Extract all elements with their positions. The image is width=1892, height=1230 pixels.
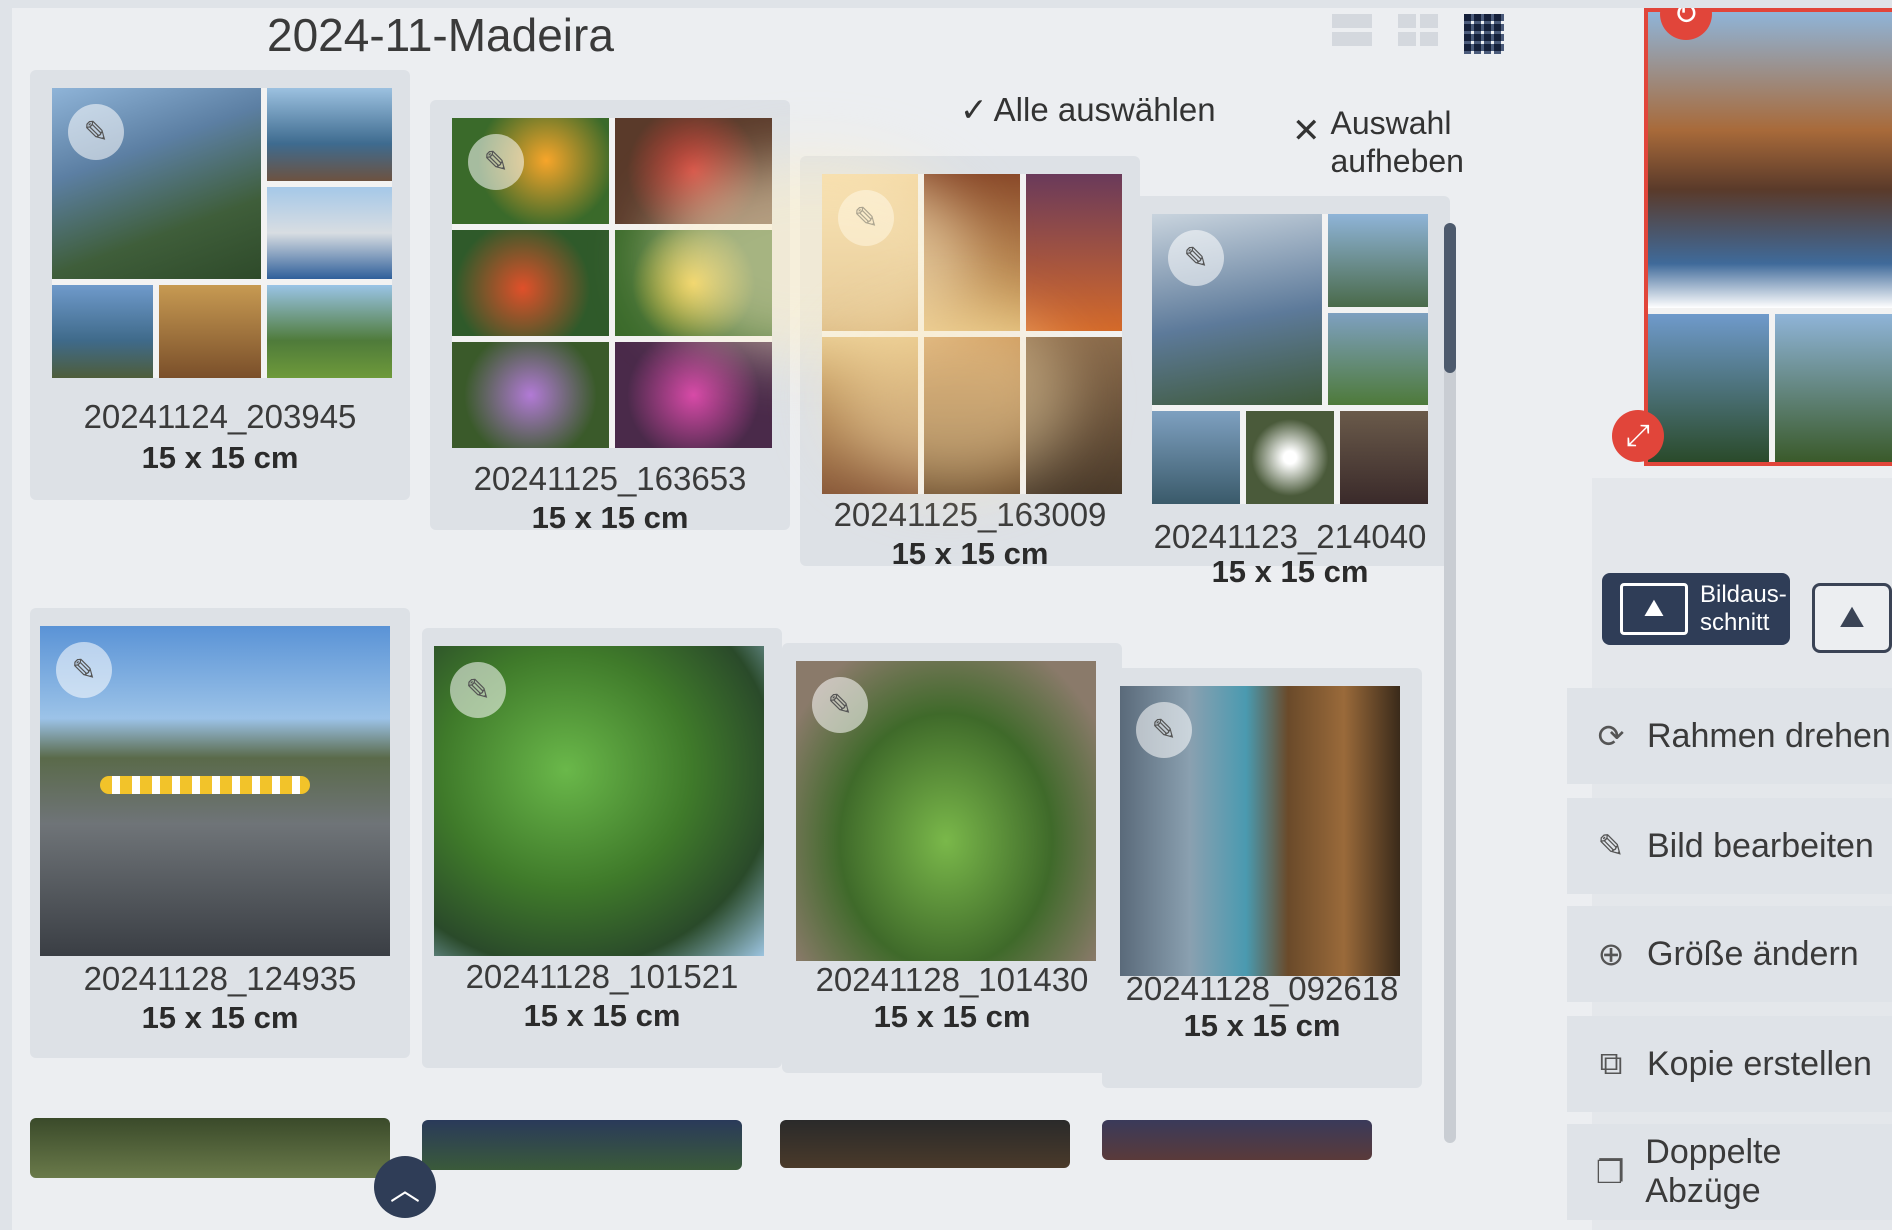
photo-thumbnail[interactable]: ✎ — [796, 661, 1096, 961]
photo-size: 15 x 15 cm — [891, 536, 1049, 571]
photo-card-partial[interactable] — [780, 1120, 1070, 1168]
close-icon: ✕ — [1292, 112, 1321, 150]
edit-pencil-icon[interactable]: ✎ — [468, 134, 524, 190]
edit-icon: ✎ — [1597, 828, 1625, 864]
crop-image-icon: ⛰ — [1620, 583, 1688, 635]
scrollbar-thumb[interactable] — [1444, 223, 1456, 373]
crop-label: Bildaus-schnitt — [1700, 581, 1787, 636]
edit-pencil-icon[interactable]: ✎ — [450, 662, 506, 718]
photo-card[interactable]: ✎ 20241125_163009 15 x 15 cm — [800, 156, 1140, 571]
action-label: Rahmen drehen — [1647, 716, 1891, 755]
photo-thumbnail[interactable]: ✎ — [40, 626, 390, 956]
deselect-label: Auswahl aufheben — [1330, 105, 1464, 179]
action-label: Bild bearbeiten — [1647, 826, 1874, 865]
edit-image-button[interactable]: ✎ Bild bearbeiten — [1567, 798, 1892, 894]
photo-card[interactable]: ✎ 20241128_124935 15 x 15 cm — [30, 608, 410, 1058]
photo-filename: 20241128_101521 — [465, 958, 739, 995]
photo-book-editor: 2024-11-Madeira ✓ Alle auswählen ✕ Auswa… — [12, 8, 1892, 1230]
edit-pencil-icon[interactable]: ✎ — [68, 104, 124, 160]
photo-size: 15 x 15 cm — [531, 500, 689, 535]
photo-size: 15 x 15 cm — [1211, 554, 1369, 589]
photo-card-partial[interactable] — [30, 1118, 390, 1178]
action-label: Größe ändern — [1647, 934, 1859, 973]
gallery-scrollbar[interactable] — [1444, 223, 1456, 1143]
photo-thumbnail[interactable]: ✎ — [1152, 214, 1428, 504]
copy-button[interactable]: ⧉ Kopie erstellen — [1567, 1016, 1892, 1112]
action-label: Kopie erstellen — [1647, 1044, 1872, 1083]
crop-button[interactable]: ⛰ Bildaus-schnitt — [1602, 573, 1790, 645]
photo-size: 15 x 15 cm — [141, 440, 299, 475]
fit-image-button[interactable]: ⛰ — [1812, 583, 1892, 653]
photo-thumbnail[interactable]: ✎ — [52, 88, 392, 378]
photo-size: 15 x 15 cm — [141, 1000, 299, 1035]
photo-filename: 20241123_214040 — [1153, 518, 1427, 555]
rotate-icon: ⟳ — [1597, 718, 1625, 754]
deselect-button[interactable]: ✕ Auswahl aufheben — [1292, 104, 1464, 180]
edit-pencil-icon[interactable]: ✎ — [838, 190, 894, 246]
view-grid-icon[interactable] — [1464, 14, 1504, 54]
photo-size: 15 x 15 cm — [873, 999, 1031, 1034]
photo-card[interactable]: ✎ 20241128_101430 15 x 15 cm — [782, 643, 1122, 1073]
airplane-graphic — [100, 776, 310, 794]
select-all-button[interactable]: ✓ Alle auswählen — [960, 90, 1216, 129]
view-large-icon[interactable] — [1332, 14, 1372, 46]
photo-card[interactable]: ✎ 20241123_214040 15 x 15 cm — [1130, 196, 1450, 589]
resize-handle-icon[interactable]: ⤢ — [1612, 410, 1664, 462]
view-mode-switcher — [1332, 14, 1504, 54]
photo-card[interactable]: ✎ 20241128_092618 15 x 15 cm — [1102, 668, 1422, 1088]
plus-circle-icon: ⊕ — [1597, 936, 1625, 972]
resize-button[interactable]: ⊕ Größe ändern — [1567, 906, 1892, 1002]
photo-card[interactable]: ✎ 20241125_163653 15 x 15 cm — [430, 100, 790, 535]
edit-pencil-icon[interactable]: ✎ — [1136, 702, 1192, 758]
photo-filename: 20241125_163009 — [833, 496, 1107, 533]
edit-pencil-icon[interactable]: ✎ — [812, 677, 868, 733]
photo-size: 15 x 15 cm — [523, 998, 681, 1033]
photo-card[interactable]: ✎ 20241124_203945 15 x 15 cm — [30, 70, 410, 500]
image-icon: ⛰ — [1839, 601, 1865, 634]
selected-page-preview[interactable] — [1644, 8, 1892, 466]
chevron-up-icon: ︿ — [390, 1174, 420, 1207]
photo-thumbnail[interactable]: ✎ — [434, 646, 764, 956]
rotate-frame-button[interactable]: ⟳ Rahmen drehen — [1567, 688, 1892, 784]
edit-pencil-icon[interactable]: ✎ — [56, 642, 112, 698]
photo-card[interactable]: ✎ 20241128_101521 15 x 15 cm — [422, 628, 782, 1068]
select-all-label: Alle auswählen — [993, 90, 1216, 128]
photo-filename: 20241125_163653 — [473, 460, 747, 497]
photo-thumbnail[interactable]: ✎ — [822, 174, 1122, 494]
edit-pencil-icon[interactable]: ✎ — [1168, 230, 1224, 286]
photo-filename: 20241128_092618 — [1125, 970, 1399, 1007]
view-medium-icon[interactable] — [1398, 14, 1438, 46]
copy-icon: ⧉ — [1599, 1045, 1623, 1081]
photo-card-partial[interactable] — [422, 1120, 742, 1170]
photo-card-partial[interactable] — [1102, 1120, 1372, 1160]
photo-size: 15 x 15 cm — [1183, 1008, 1341, 1043]
action-label: Doppelte Abzüge — [1645, 1133, 1782, 1210]
scroll-up-button[interactable]: ︿ — [374, 1156, 436, 1218]
photo-filename: 20241124_203945 — [83, 398, 357, 435]
duplicate-prints-button[interactable]: ❐ Doppelte Abzüge — [1567, 1124, 1892, 1220]
duplicate-icon: ❐ — [1595, 1154, 1625, 1190]
photo-filename: 20241128_101430 — [815, 961, 1089, 998]
photo-thumbnail[interactable]: ✎ — [1120, 686, 1400, 976]
photo-thumbnail[interactable]: ✎ — [452, 118, 772, 448]
photo-filename: 20241128_124935 — [83, 960, 357, 997]
checkmark-icon: ✓ — [960, 91, 988, 128]
gallery-title: 2024-11-Madeira — [267, 9, 614, 61]
